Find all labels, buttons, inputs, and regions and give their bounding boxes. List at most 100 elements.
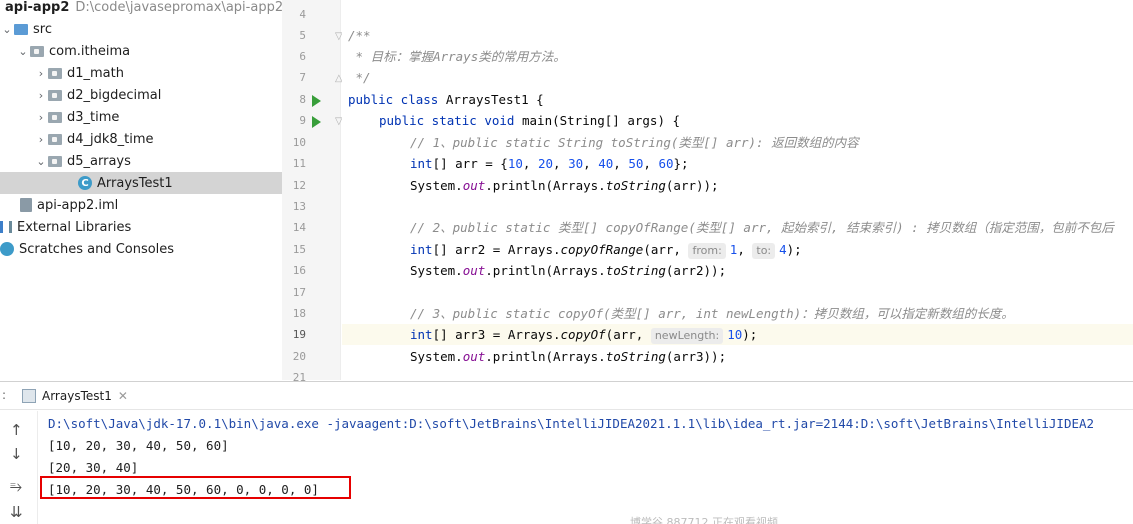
param-hint: from: (688, 243, 726, 259)
tree-item-d5-arrays[interactable]: ⌄ d5_arrays (0, 150, 282, 172)
code-token: (arr3)); (665, 349, 727, 364)
code-token: .println(Arrays. (485, 349, 606, 364)
run-toolbar: ↑ ↓ ⥱ ⇊ (0, 411, 38, 524)
line-number: 19 (292, 328, 306, 341)
chevron-right-icon[interactable]: › (34, 133, 48, 146)
code-token: 60 (658, 156, 674, 171)
code-token: ); (742, 327, 758, 342)
code-line: // 3、public static copyOf(类型[] arr, int … (410, 306, 1014, 321)
tree-item-src[interactable]: ⌄ src (0, 18, 282, 40)
code-line: System.out.println(Arrays.toString(arr))… (410, 175, 1133, 196)
code-token: int (410, 242, 433, 257)
tree-item-label: api-app2.iml (37, 197, 119, 213)
tree-item-label: com.itheima (49, 43, 131, 59)
arrow-down-icon[interactable]: ↓ (10, 445, 23, 463)
root-path: D:\code\javasepromax\api-app2 (75, 0, 282, 15)
code-token: copyOf (560, 327, 606, 342)
soft-wrap-icon[interactable]: ⥱ (10, 477, 22, 495)
source-folder-icon (14, 23, 28, 35)
package-icon (48, 89, 62, 101)
code-token: toString (605, 349, 666, 364)
code-token: ArraysTest1 { (445, 92, 544, 107)
package-icon (48, 133, 62, 145)
line-number: 13 (292, 200, 306, 213)
code-token: ); (786, 242, 802, 257)
run-tab-bar: : ArraysTest1 ✕ (0, 382, 1133, 410)
code-token: toString (605, 263, 666, 278)
scratches-icon (0, 242, 14, 256)
tree-item-external-libraries[interactable]: External Libraries (0, 216, 282, 238)
tree-item-d2-bigdecimal[interactable]: › d2_bigdecimal (0, 84, 282, 106)
code-token: .println(Arrays. (485, 263, 606, 278)
tree-root[interactable]: api-app2 D:\code\javasepromax\api-app2 (0, 0, 282, 18)
package-icon (48, 67, 62, 79)
code-token: [] arr2 = Arrays. (432, 242, 561, 257)
line-number: 12 (292, 179, 306, 192)
tree-item-label: ArraysTest1 (97, 175, 173, 191)
watermark-text: 博学谷 887712 正在观看视频 (630, 516, 778, 524)
line-number: 14 (292, 221, 306, 234)
run-main-icon[interactable] (312, 116, 321, 128)
code-token: .println(Arrays. (485, 178, 606, 193)
code-token: 10 (727, 327, 743, 342)
tree-item-arraystest1[interactable]: C ArraysTest1 (0, 172, 282, 194)
run-panel: : ArraysTest1 ✕ ↑ ↓ ⥱ ⇊ D:\soft\Java\jdk… (0, 381, 1133, 524)
code-line: System.out.println(Arrays.toString(arr2)… (410, 260, 1133, 281)
code-line: System.out.println(Arrays.toString(arr3)… (410, 346, 1133, 367)
code-token: 10 (507, 156, 523, 171)
console-command-line: D:\soft\Java\jdk-17.0.1\bin\java.exe -ja… (48, 416, 1095, 431)
library-icon (0, 221, 12, 233)
editor-gutter: 4 5 6 7 8 9 10 11 12 13 14 15 16 17 18 1… (282, 0, 343, 384)
close-icon[interactable]: ✕ (118, 389, 128, 403)
run-tab[interactable]: ArraysTest1 ✕ (22, 385, 128, 407)
code-token: 40 (598, 156, 614, 171)
chevron-down-icon[interactable]: ⌄ (34, 155, 48, 168)
tree-item-label: d1_math (67, 65, 124, 81)
tree-item-label: d5_arrays (67, 153, 131, 169)
line-number: 4 (299, 8, 306, 21)
arrow-up-icon[interactable]: ↑ (10, 421, 23, 439)
code-token: (arr)); (665, 178, 719, 193)
line-number: 11 (292, 157, 306, 170)
code-token: out (462, 263, 486, 278)
tree-item-iml[interactable]: api-app2.iml (0, 194, 282, 216)
tree-item-d3-time[interactable]: › d3_time (0, 106, 282, 128)
code-line: public static void main(String[] args) { (379, 110, 1133, 131)
code-token: System. (410, 349, 463, 364)
console-output[interactable]: D:\soft\Java\jdk-17.0.1\bin\java.exe -ja… (40, 411, 1133, 524)
code-line-current: int[] arr3 = Arrays.copyOf(arr, newLengt… (342, 324, 1133, 345)
chevron-right-icon[interactable]: › (34, 89, 48, 102)
line-number: 17 (292, 286, 306, 299)
tree-item-label: External Libraries (17, 219, 132, 235)
line-number: 9 (299, 114, 306, 127)
code-token: 30 (568, 156, 584, 171)
code-token: System. (410, 178, 463, 193)
code-token: 50 (628, 156, 644, 171)
red-highlight-box (40, 476, 351, 499)
code-token: (arr, (605, 327, 651, 342)
code-token: out (462, 178, 486, 193)
code-token: }; (673, 156, 689, 171)
param-hint: to: (752, 243, 776, 259)
code-line: * 目标：掌握Arrays类的常用方法。 (348, 49, 566, 64)
chevron-right-icon[interactable]: › (34, 67, 48, 80)
chevron-right-icon[interactable]: › (34, 111, 48, 124)
code-token: int (410, 156, 433, 171)
tree-item-package[interactable]: ⌄ com.itheima (0, 40, 282, 62)
line-number: 5 (299, 29, 306, 42)
run-class-icon[interactable] (312, 95, 321, 107)
tree-item-d1-math[interactable]: › d1_math (0, 62, 282, 84)
console-output-line: [10, 20, 30, 40, 50, 60] (48, 438, 229, 453)
code-token: int (410, 327, 433, 342)
tree-item-label: d4_jdk8_time (67, 131, 154, 147)
tree-item-d4-jdk8-time[interactable]: › d4_jdk8_time (0, 128, 282, 150)
chevron-down-icon[interactable]: ⌄ (16, 45, 30, 58)
code-editor[interactable]: /** * 目标：掌握Arrays类的常用方法。 */ public class… (342, 0, 1133, 380)
code-token: main(String[] args) { (522, 113, 681, 128)
code-token: 20 (537, 156, 554, 171)
code-token: copyOfRange (560, 242, 644, 257)
scroll-to-end-icon[interactable]: ⇊ (10, 503, 23, 521)
tree-item-scratches[interactable]: Scratches and Consoles (0, 238, 282, 260)
chevron-down-icon[interactable]: ⌄ (0, 23, 14, 36)
code-token: public static void (379, 113, 522, 128)
